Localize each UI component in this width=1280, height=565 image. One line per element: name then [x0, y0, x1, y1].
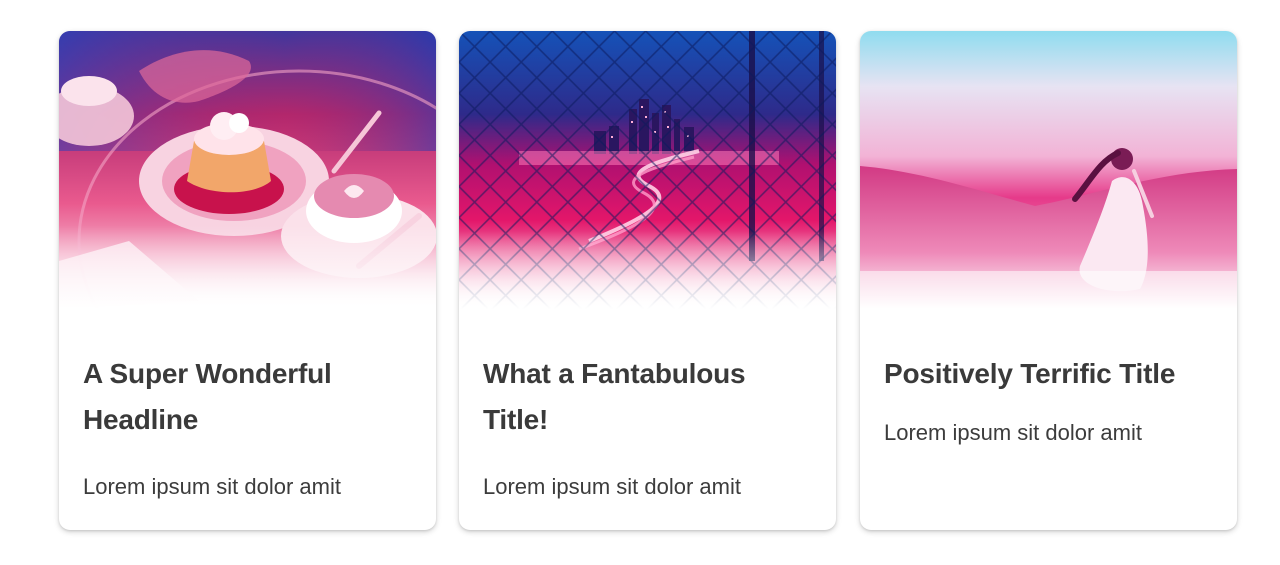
card-text: Lorem ipsum sit dolor amit: [884, 420, 1142, 445]
card-dessert[interactable]: A Super Wonderful Headline Lorem ipsum s…: [59, 31, 436, 530]
card-city[interactable]: What a Fantabulous Title! Lorem ipsum si…: [459, 31, 836, 530]
card-grid: A Super Wonderful Headline Lorem ipsum s…: [0, 0, 1280, 565]
woman-hill-photo: [860, 31, 1237, 309]
card-text: Lorem ipsum sit dolor amit: [83, 474, 341, 499]
card-title: Positively Terrific Title: [884, 358, 1176, 389]
dessert-coffee-photo: [59, 31, 436, 309]
card-title: What a Fantabulous Title!: [483, 358, 746, 435]
card-title: A Super Wonderful Headline: [83, 358, 332, 435]
card-text: Lorem ipsum sit dolor amit: [483, 474, 741, 499]
city-night-fence-photo: [459, 31, 836, 309]
card-hill[interactable]: Positively Terrific Title Lorem ipsum si…: [860, 31, 1237, 530]
